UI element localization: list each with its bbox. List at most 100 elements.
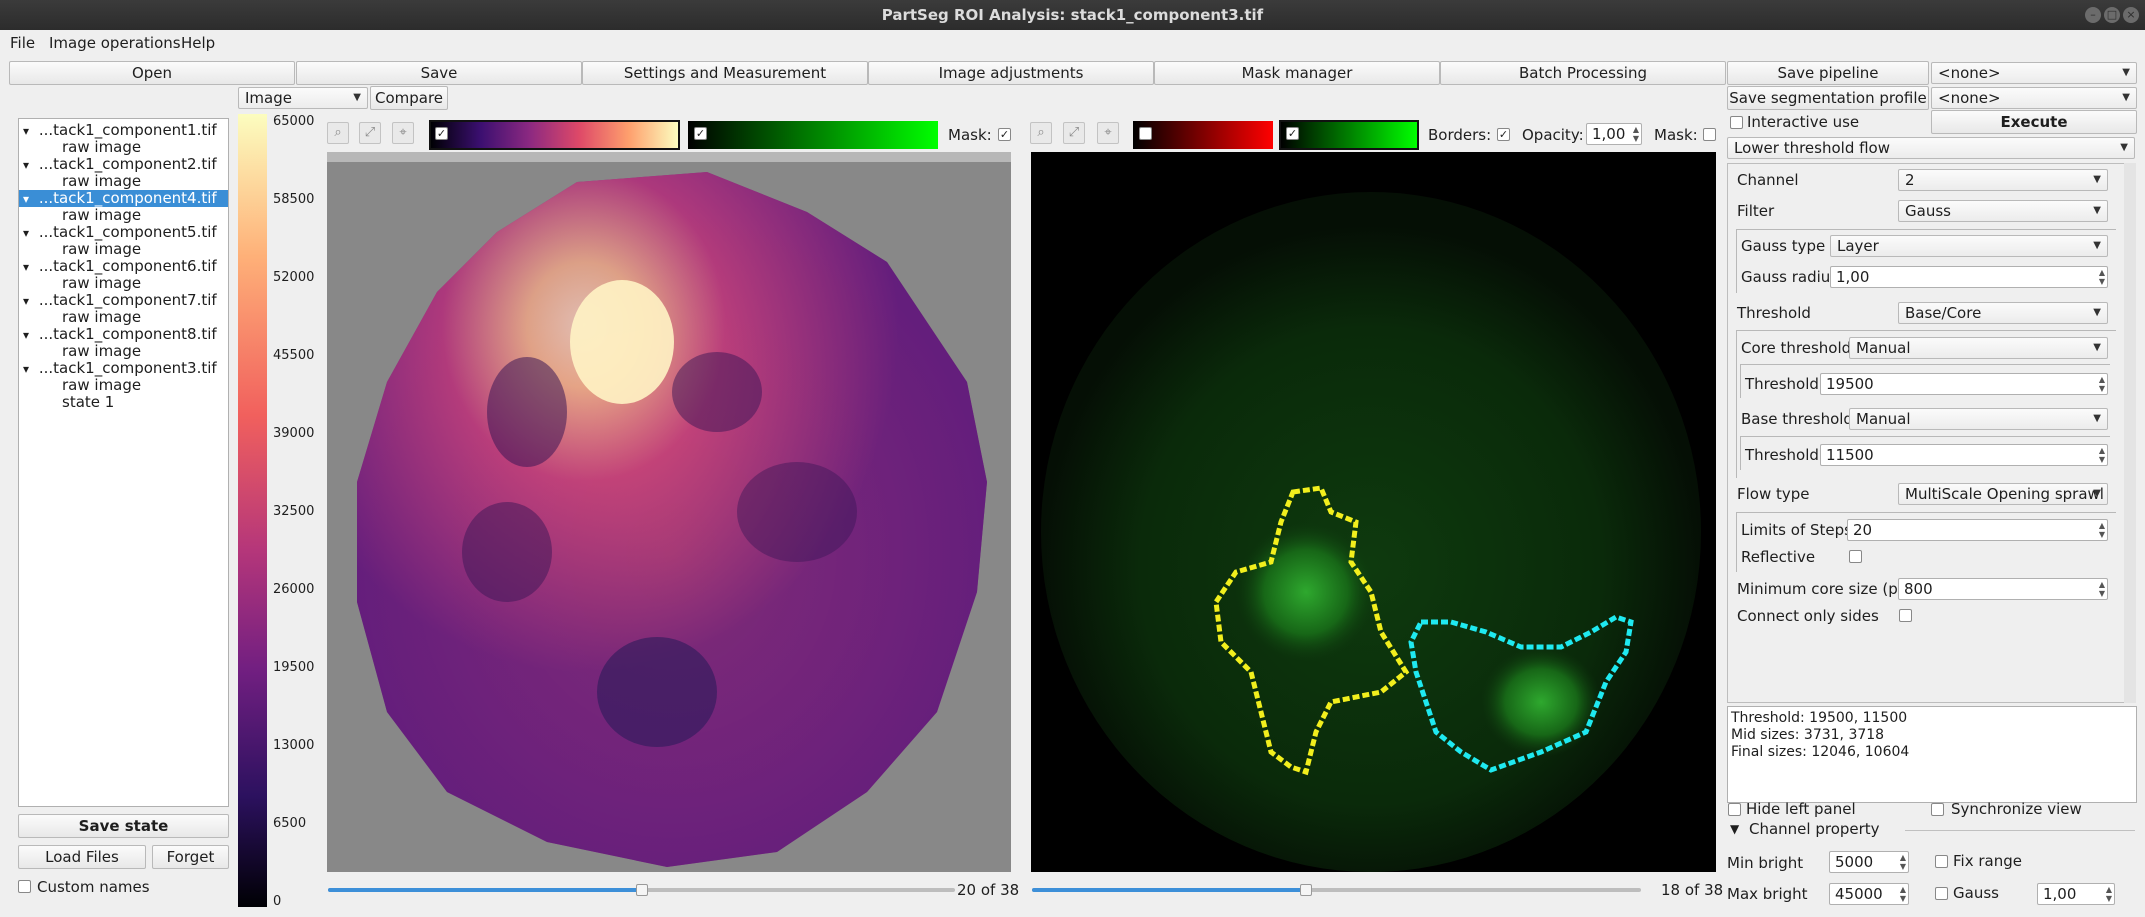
expand-triangle-icon[interactable]: ▾ bbox=[23, 294, 33, 308]
colormap-magma-checkbox[interactable]: ✓ bbox=[435, 127, 448, 140]
tree-item-file[interactable]: ▾ ...tack1_component2.tif bbox=[19, 156, 228, 173]
colormap-green-right-checkbox[interactable]: ✓ bbox=[1286, 127, 1299, 140]
interactive-use-checkbox[interactable] bbox=[1730, 116, 1743, 129]
save-state-button[interactable]: Save state bbox=[18, 814, 229, 838]
load-files-button[interactable]: Load Files bbox=[18, 845, 146, 869]
tree-item-file[interactable]: ▾ ...tack1_component7.tif bbox=[19, 292, 228, 309]
minimize-icon[interactable]: – bbox=[2085, 7, 2101, 23]
execute-button[interactable]: Execute bbox=[1931, 110, 2137, 134]
spin-arrows-icon[interactable]: ▲ ▼ bbox=[1900, 853, 1906, 871]
tree-item-child[interactable]: raw image bbox=[62, 377, 141, 394]
save-button[interactable]: Save bbox=[296, 61, 582, 85]
limits-input[interactable]: 20 ▲ ▼ bbox=[1847, 519, 2108, 541]
maximize-icon[interactable]: □ bbox=[2104, 7, 2120, 23]
right-image-view[interactable] bbox=[1031, 152, 1716, 872]
borders-checkbox[interactable]: ✓ bbox=[1497, 128, 1510, 141]
batch-processing-button[interactable]: Batch Processing bbox=[1440, 61, 1726, 85]
gauss-checkbox[interactable] bbox=[1935, 887, 1948, 900]
save-pipeline-button[interactable]: Save pipeline bbox=[1727, 61, 1929, 85]
tree-item-child[interactable]: raw image bbox=[62, 139, 141, 156]
image-adjustments-button[interactable]: Image adjustments bbox=[868, 61, 1154, 85]
compare-button[interactable]: Compare bbox=[370, 86, 448, 110]
forget-button[interactable]: Forget bbox=[152, 845, 229, 869]
tree-item-file[interactable]: ▾ ...tack1_component1.tif bbox=[19, 122, 228, 139]
expand-triangle-icon[interactable]: ▾ bbox=[23, 124, 33, 138]
fix-range-checkbox[interactable] bbox=[1935, 855, 1948, 868]
right-mask-checkbox[interactable] bbox=[1703, 128, 1716, 141]
threshold-select[interactable]: Base/Core ▼ bbox=[1898, 302, 2108, 324]
parameters-scrollbar[interactable] bbox=[2124, 163, 2136, 703]
base-threshold-select[interactable]: Manual ▼ bbox=[1849, 408, 2108, 430]
custom-names-checkbox[interactable] bbox=[18, 880, 31, 893]
close-icon[interactable]: × bbox=[2123, 7, 2139, 23]
tree-item-child[interactable]: raw image bbox=[62, 343, 141, 360]
left-slice-slider-handle[interactable] bbox=[636, 884, 648, 896]
tree-item-file[interactable]: ▾ ...tack1_component6.tif bbox=[19, 258, 228, 275]
tree-item-file[interactable]: ▾ ...tack1_component4.tif bbox=[19, 190, 228, 207]
opacity-input[interactable]: 1,00 ▲ ▼ bbox=[1586, 123, 1642, 145]
zoom-fit-icon[interactable]: ⤢ bbox=[1063, 122, 1085, 144]
menu-image-operations[interactable]: Image operations bbox=[49, 30, 181, 56]
core-threshold-select[interactable]: Manual ▼ bbox=[1849, 337, 2108, 359]
spin-arrows-icon[interactable]: ▲ ▼ bbox=[2099, 375, 2105, 393]
colormap-green-checkbox[interactable]: ✓ bbox=[694, 127, 707, 140]
channel-select[interactable]: 2 ▼ bbox=[1898, 169, 2108, 191]
open-button[interactable]: Open bbox=[9, 61, 295, 85]
gauss-type-select[interactable]: Layer ▼ bbox=[1830, 235, 2108, 257]
tree-item-file[interactable]: ▾ ...tack1_component8.tif bbox=[19, 326, 228, 343]
mask-manager-button[interactable]: Mask manager bbox=[1154, 61, 1440, 85]
tree-item-file[interactable]: ▾ ...tack1_component5.tif bbox=[19, 224, 228, 241]
spin-arrows-icon[interactable]: ▲ ▼ bbox=[2099, 268, 2105, 286]
hide-left-panel-checkbox[interactable] bbox=[1728, 803, 1741, 816]
spin-arrows-icon[interactable]: ▲ ▼ bbox=[2099, 446, 2105, 464]
expand-triangle-icon[interactable]: ▾ bbox=[23, 226, 33, 240]
base-threshold-input[interactable]: 11500 ▲ ▼ bbox=[1820, 444, 2108, 466]
pipeline-select[interactable]: <none> ▼ bbox=[1931, 62, 2137, 84]
tree-item-child[interactable]: raw image bbox=[62, 309, 141, 326]
colormap-green-right[interactable] bbox=[1279, 120, 1419, 150]
tree-item-child[interactable]: state 1 bbox=[62, 394, 114, 411]
filter-select[interactable]: Gauss ▼ bbox=[1898, 200, 2108, 222]
expand-triangle-icon[interactable]: ▾ bbox=[23, 158, 33, 172]
menu-help[interactable]: Help bbox=[181, 30, 215, 56]
colormap-magma[interactable] bbox=[429, 120, 680, 150]
tree-item-file[interactable]: ▾ ...tack1_component3.tif bbox=[19, 360, 228, 377]
spin-arrows-icon[interactable]: ▲ ▼ bbox=[1633, 125, 1639, 143]
zoom-in-icon[interactable]: ⌕ bbox=[1030, 122, 1052, 144]
colormap-green[interactable] bbox=[688, 121, 938, 149]
flow-type-select[interactable]: MultiScale Opening sprawl ▼ bbox=[1898, 483, 2108, 505]
zoom-in-icon[interactable]: ⌕ bbox=[327, 122, 349, 144]
spin-arrows-icon[interactable]: ▲ ▼ bbox=[1900, 885, 1906, 903]
tree-item-child[interactable]: raw image bbox=[62, 241, 141, 258]
reflective-checkbox[interactable] bbox=[1849, 550, 1862, 563]
crosshair-icon[interactable]: ⌖ bbox=[392, 122, 414, 144]
expand-triangle-icon[interactable]: ▾ bbox=[23, 192, 33, 206]
crosshair-icon[interactable]: ⌖ bbox=[1097, 122, 1119, 144]
left-image-view[interactable] bbox=[327, 152, 1011, 872]
colormap-red-checkbox[interactable] bbox=[1139, 127, 1152, 140]
image-selector[interactable]: Image ▼ bbox=[238, 87, 368, 109]
profile-select[interactable]: <none> ▼ bbox=[1931, 87, 2137, 109]
menu-file[interactable]: File bbox=[10, 30, 35, 56]
expand-triangle-icon[interactable]: ▾ bbox=[23, 260, 33, 274]
spin-arrows-icon[interactable]: ▲ ▼ bbox=[2099, 521, 2105, 539]
colormap-red[interactable] bbox=[1133, 121, 1273, 149]
tree-item-child[interactable]: raw image bbox=[62, 207, 141, 224]
collapse-triangle-icon[interactable]: ▼ bbox=[1730, 820, 1739, 838]
synchronize-view-checkbox[interactable] bbox=[1931, 803, 1944, 816]
spin-arrows-icon[interactable]: ▲ ▼ bbox=[2099, 580, 2105, 598]
tree-item-child[interactable]: raw image bbox=[62, 173, 141, 190]
left-mask-checkbox[interactable]: ✓ bbox=[998, 128, 1011, 141]
spin-arrows-icon[interactable]: ▲ ▼ bbox=[2106, 885, 2112, 903]
gauss-radius-input[interactable]: 1,00 ▲ ▼ bbox=[1830, 266, 2108, 288]
expand-triangle-icon[interactable]: ▾ bbox=[23, 362, 33, 376]
min-bright-input[interactable]: 5000 ▲ ▼ bbox=[1829, 851, 1909, 873]
right-slice-slider-handle[interactable] bbox=[1300, 884, 1312, 896]
gauss-value-input[interactable]: 1,00 ▲ ▼ bbox=[2037, 883, 2115, 905]
save-segmentation-profile-button[interactable]: Save segmentation profile bbox=[1727, 86, 1929, 110]
max-bright-input[interactable]: 45000 ▲ ▼ bbox=[1829, 883, 1909, 905]
settings-measurement-button[interactable]: Settings and Measurement bbox=[582, 61, 868, 85]
zoom-fit-icon[interactable]: ⤢ bbox=[359, 122, 381, 144]
file-tree[interactable]: ▾ ...tack1_component1.tif raw image ▾ ...t… bbox=[18, 118, 229, 807]
min-core-input[interactable]: 800 ▲ ▼ bbox=[1898, 578, 2108, 600]
